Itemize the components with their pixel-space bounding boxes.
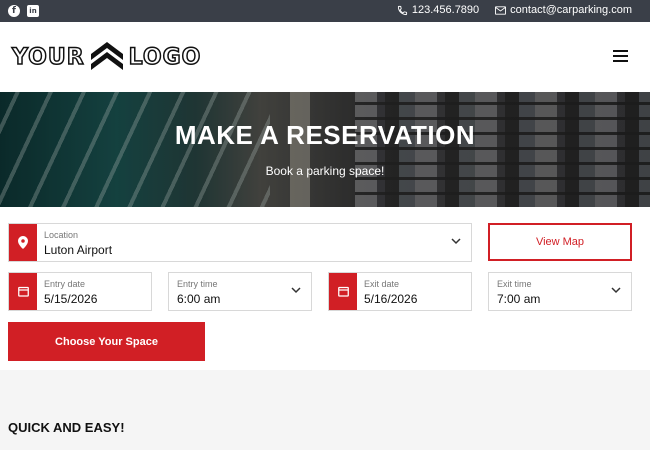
section-title: QUICK AND EASY! (8, 420, 125, 435)
linkedin-icon[interactable]: in (27, 5, 39, 17)
exit-date-value: 5/16/2026 (364, 292, 418, 306)
location-value: Luton Airport (44, 243, 113, 257)
menu-icon[interactable] (613, 50, 628, 62)
contact-info: 123.456.7890 contact@carparking.com (397, 4, 632, 16)
phone-icon (397, 5, 407, 15)
site-header: YOUR LOGO (0, 22, 650, 92)
entry-date-field[interactable]: Entry date 5/15/2026 (8, 272, 152, 311)
phone-number: 123.456.7890 (411, 4, 480, 16)
logo[interactable]: YOUR LOGO (11, 40, 202, 74)
calendar-icon (337, 286, 349, 297)
exit-time-value: 7:00 am (497, 292, 541, 306)
top-bar: f in 123.456.7890 contact@carparking.com (0, 0, 650, 22)
exit-date-label: Exit date (364, 279, 400, 289)
choose-space-button[interactable]: Choose Your Space (8, 322, 205, 361)
map-pin-icon (18, 236, 28, 249)
hero-title: MAKE A RESERVATION (174, 120, 476, 150)
social-links: f in (8, 5, 39, 17)
envelope-icon (495, 5, 507, 15)
chevron-down-icon (611, 287, 621, 294)
location-label: Location (44, 230, 79, 240)
chevron-down-icon (451, 238, 461, 245)
hero-subtitle: Book a parking space! (265, 164, 385, 178)
exit-date-field[interactable]: Exit date 5/16/2026 (328, 272, 472, 311)
email-link[interactable]: contact@carparking.com (495, 4, 632, 16)
calendar-icon (17, 286, 29, 297)
logo-text-right: LOGO (128, 44, 202, 71)
view-map-button[interactable]: View Map (488, 223, 632, 261)
entry-date-value: 5/15/2026 (44, 292, 98, 306)
logo-chevrons-icon (90, 42, 123, 70)
entry-time-select[interactable]: Entry time 6:00 am (168, 272, 312, 311)
entry-date-label: Entry date (44, 279, 86, 289)
hero-banner: MAKE A RESERVATION Book a parking space! (0, 92, 650, 207)
entry-time-value: 6:00 am (177, 292, 221, 306)
entry-time-label: Entry time (177, 279, 218, 289)
email-address: contact@carparking.com (510, 4, 632, 16)
phone-link[interactable]: 123.456.7890 (397, 4, 479, 16)
logo-text-left: YOUR (11, 44, 85, 71)
exit-time-label: Exit time (497, 279, 532, 289)
facebook-icon[interactable]: f (8, 5, 20, 17)
chevron-down-icon (291, 287, 301, 294)
location-select[interactable]: Location Luton Airport (8, 223, 472, 262)
exit-time-select[interactable]: Exit time 7:00 am (488, 272, 632, 311)
